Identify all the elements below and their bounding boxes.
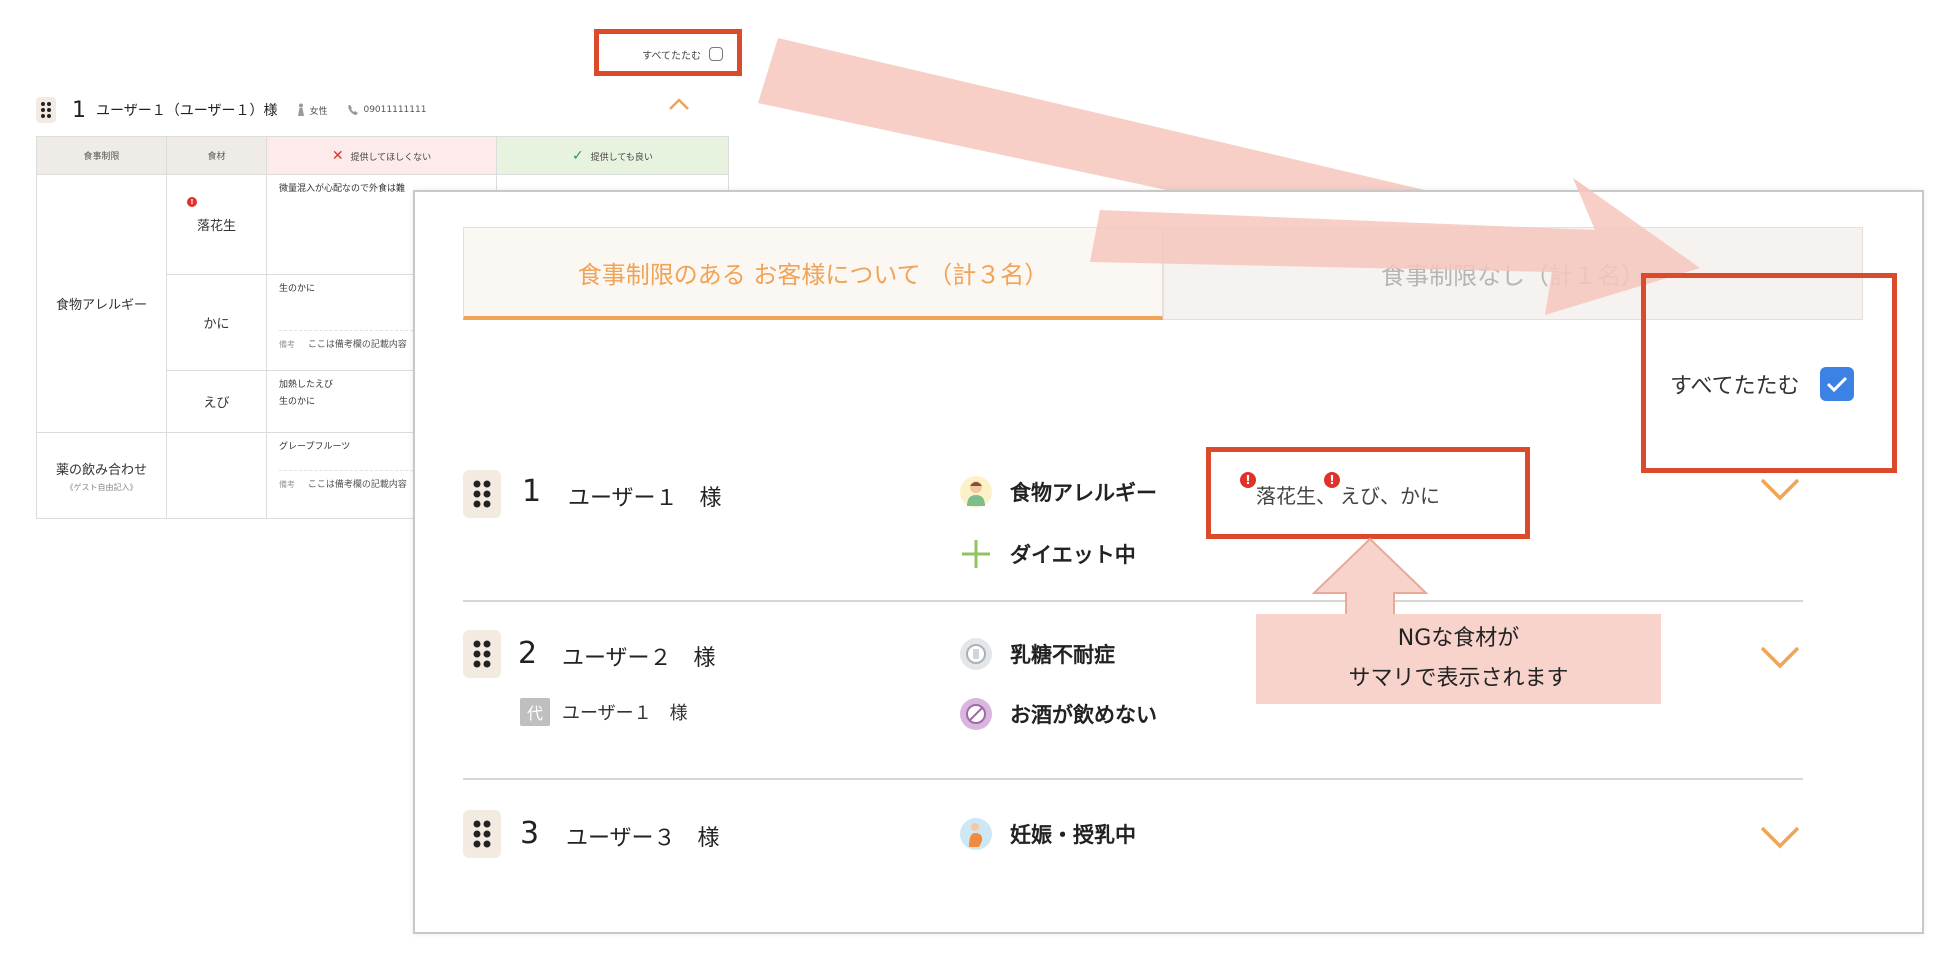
row2-restriction-lactose: 乳糖不耐症 (960, 638, 1115, 670)
row2-proxy-name: ユーザー１ 様 (562, 703, 688, 724)
row3-chevron-down-icon[interactable] (1758, 822, 1802, 852)
row-divider (463, 778, 1803, 780)
row3-name: ユーザー３ 様 (566, 826, 720, 851)
row1-name: ユーザー１ 様 (568, 486, 722, 511)
row3-restriction-pregnancy-label: 妊娠・授乳中 (1010, 823, 1136, 847)
row3-number: 3 (520, 816, 540, 851)
row2-proxy: 代 ユーザー１ 様 (520, 698, 688, 726)
row2-proxy-tag: 代 (520, 698, 550, 726)
allergy-person-icon (960, 476, 992, 508)
row1-number: 1 (522, 474, 542, 509)
ng-summary-callout (1206, 447, 1530, 539)
row2-restriction-lactose-label: 乳糖不耐症 (1010, 643, 1115, 667)
row2-drag-handle-icon[interactable] (463, 630, 501, 678)
row1-chevron-down-icon[interactable] (1758, 474, 1802, 504)
row1-restriction-diet-label: ダイエット中 (1010, 543, 1136, 567)
row2-name: ユーザー２ 様 (562, 646, 716, 671)
row1-restriction-allergy: 食物アレルギー (960, 476, 1157, 508)
row2-number: 2 (518, 636, 538, 671)
row1-restriction-diet: ダイエット中 (960, 538, 1136, 570)
plus-icon (960, 538, 992, 570)
annotation-line-2: サマリで表示されます (1348, 666, 1569, 691)
milk-icon (960, 638, 992, 670)
annotation-line-1: NGな食材が (1397, 626, 1520, 651)
row2-restriction-alcohol-label: お酒が飲めない (1010, 703, 1157, 727)
row2-restriction-alcohol: お酒が飲めない (960, 698, 1157, 730)
row3-drag-handle-icon[interactable] (463, 810, 501, 858)
annotation-note: NGな食材が サマリで表示されます (1256, 614, 1661, 704)
collapse-all-callout (1641, 273, 1897, 473)
up-arrow-icon (1311, 537, 1429, 615)
row1-drag-handle-icon[interactable] (463, 470, 501, 518)
row2-chevron-down-icon[interactable] (1758, 642, 1802, 672)
row1-restriction-allergy-label: 食物アレルギー (1010, 481, 1157, 505)
pregnancy-icon (960, 818, 992, 850)
row3-restriction-pregnancy: 妊娠・授乳中 (960, 818, 1136, 850)
row-divider (463, 600, 1803, 602)
no-alcohol-icon (960, 698, 992, 730)
